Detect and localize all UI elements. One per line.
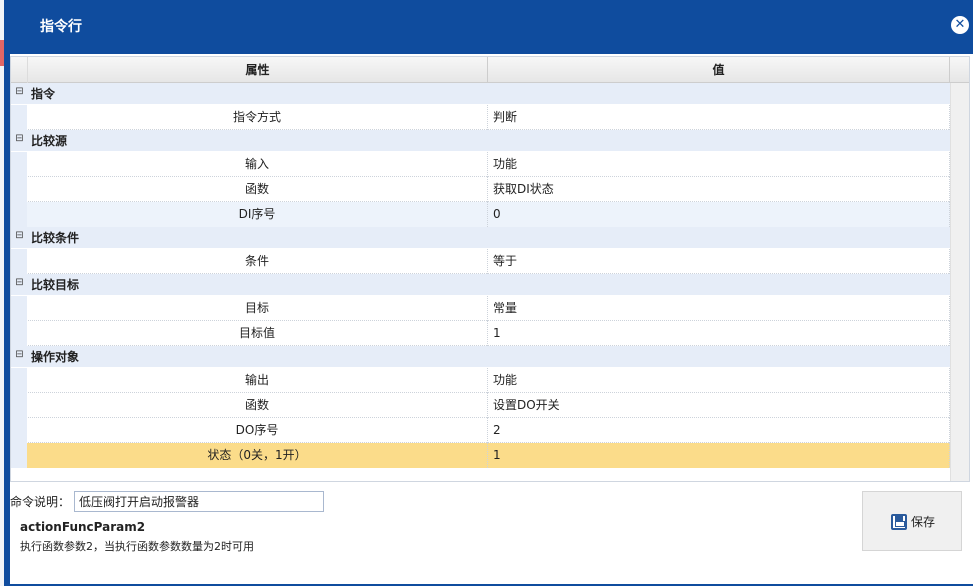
group-label: 比较条件 <box>31 231 80 245</box>
row-gutter <box>11 393 27 418</box>
property-value[interactable]: 设置DO开关 <box>488 393 950 418</box>
collapse-icon[interactable]: ⊟ <box>15 278 24 288</box>
property-value[interactable]: 常量 <box>488 296 950 321</box>
property-name: DI序号 <box>27 202 488 227</box>
row-gutter <box>11 321 27 346</box>
property-row[interactable]: 条件 等于 <box>11 249 969 274</box>
property-value[interactable]: 功能 <box>488 152 950 177</box>
property-row[interactable]: 目标值 1 <box>11 321 969 346</box>
group-label: 操作对象 <box>31 350 80 364</box>
save-button[interactable]: 保存 <box>862 491 962 551</box>
row-gutter <box>11 152 27 177</box>
property-name: 目标 <box>27 296 488 321</box>
property-name: 目标值 <box>27 321 488 346</box>
close-icon[interactable]: ✕ <box>951 16 969 34</box>
property-name: 输出 <box>27 368 488 393</box>
property-name: 函数 <box>27 393 488 418</box>
dialog-window: 指令行 ✕ 属性 值 ⊟ 指令 指令方式 判断 ⊟ 比较源 输入 功能 函数 获… <box>4 0 973 586</box>
collapse-icon[interactable]: ⊟ <box>15 87 24 97</box>
property-row[interactable]: 目标 常量 <box>11 296 969 321</box>
group-row[interactable]: ⊟ 比较目标 <box>11 274 969 296</box>
property-value[interactable]: 获取DI状态 <box>488 177 950 202</box>
property-value[interactable]: 功能 <box>488 368 950 393</box>
property-name: 状态（0关，1开） <box>27 443 488 468</box>
property-value[interactable]: 2 <box>488 418 950 443</box>
row-gutter <box>11 202 27 227</box>
property-value[interactable]: 判断 <box>488 105 950 130</box>
vertical-scrollbar[interactable] <box>950 83 969 481</box>
save-button-label: 保存 <box>911 515 936 529</box>
row-gutter <box>11 249 27 274</box>
group-label: 指令 <box>31 87 56 101</box>
group-row[interactable]: ⊟ 指令 <box>11 83 969 105</box>
param-description: 执行函数参数2，当执行函数参数数量为2时可用 <box>20 540 254 553</box>
property-row[interactable]: 函数 获取DI状态 <box>11 177 969 202</box>
grid-header: 属性 值 <box>11 57 969 83</box>
row-gutter <box>11 177 27 202</box>
property-row[interactable]: 输入 功能 <box>11 152 969 177</box>
dialog-title: 指令行 <box>40 19 82 35</box>
property-value[interactable]: 等于 <box>488 249 950 274</box>
column-header-value[interactable]: 值 <box>488 57 950 83</box>
property-value[interactable]: 0 <box>488 202 950 227</box>
dialog-titlebar: 指令行 ✕ <box>4 0 973 50</box>
property-row-selected[interactable]: 状态（0关，1开） 1 <box>11 443 969 468</box>
dialog-content: 属性 值 ⊟ 指令 指令方式 判断 ⊟ 比较源 输入 功能 函数 获取DI状态 … <box>10 54 973 584</box>
description-input[interactable] <box>74 491 324 512</box>
property-value[interactable]: 1 <box>488 321 950 346</box>
collapse-icon[interactable]: ⊟ <box>15 350 24 360</box>
property-name: 指令方式 <box>27 105 488 130</box>
property-row[interactable]: 函数 设置DO开关 <box>11 393 969 418</box>
group-label: 比较目标 <box>31 278 80 292</box>
collapse-icon[interactable]: ⊟ <box>15 231 24 241</box>
group-row[interactable]: ⊟ 比较条件 <box>11 227 969 249</box>
save-icon <box>891 514 907 530</box>
property-name: 输入 <box>27 152 488 177</box>
param-name: actionFuncParam2 <box>20 520 146 534</box>
row-gutter <box>11 296 27 321</box>
group-row[interactable]: ⊟ 操作对象 <box>11 346 969 368</box>
row-gutter <box>11 418 27 443</box>
property-name: 函数 <box>27 177 488 202</box>
property-row[interactable]: DO序号 2 <box>11 418 969 443</box>
row-gutter <box>11 105 27 130</box>
property-value[interactable]: 1 <box>488 443 950 468</box>
property-row[interactable]: DI序号 0 <box>11 202 969 227</box>
row-gutter <box>11 443 27 468</box>
group-row[interactable]: ⊟ 比较源 <box>11 130 969 152</box>
grid-body: ⊟ 指令 指令方式 判断 ⊟ 比较源 输入 功能 函数 获取DI状态 DI序号 … <box>11 83 969 468</box>
property-row[interactable]: 指令方式 判断 <box>11 105 969 130</box>
property-grid: 属性 值 ⊟ 指令 指令方式 判断 ⊟ 比较源 输入 功能 函数 获取DI状态 … <box>10 56 970 482</box>
collapse-icon[interactable]: ⊟ <box>15 134 24 144</box>
group-label: 比较源 <box>31 134 68 148</box>
property-name: 条件 <box>27 249 488 274</box>
property-name: DO序号 <box>27 418 488 443</box>
property-row[interactable]: 输出 功能 <box>11 368 969 393</box>
description-label: 命令说明： <box>10 495 71 509</box>
row-gutter <box>11 368 27 393</box>
column-header-property[interactable]: 属性 <box>27 57 488 83</box>
